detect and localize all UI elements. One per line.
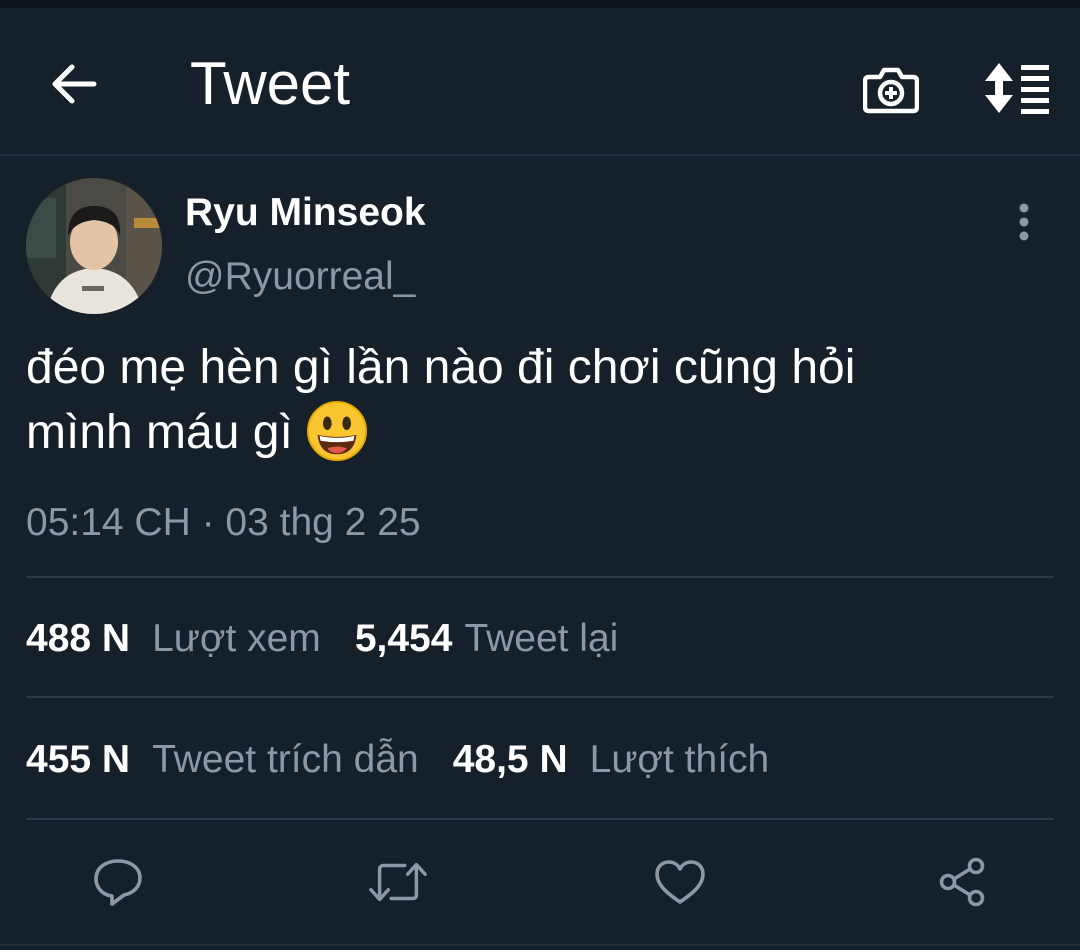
like-icon: [655, 860, 705, 904]
tweet-text-line-2: mình máu gì: [26, 400, 1046, 465]
share-button[interactable]: [932, 852, 992, 912]
more-options-button[interactable]: [1002, 200, 1046, 244]
tweet-text-line-2-text: mình máu gì: [26, 406, 293, 459]
retweet-icon: [369, 862, 427, 902]
quotes-label[interactable]: Tweet trích dẫn: [152, 737, 419, 783]
reply-icon: [94, 859, 142, 906]
profile-photo: [26, 178, 162, 314]
status-bar-strip: [0, 0, 1080, 8]
retweet-button[interactable]: [368, 852, 428, 912]
camera-button[interactable]: [858, 56, 924, 122]
sort-list-icon: [985, 63, 1049, 114]
divider-bottom: [26, 818, 1054, 820]
tweet-detail-screen: Tweet Ryu Minseok @Ryuorreal_ đéo mẹ hèn…: [0, 0, 1080, 950]
retweets-label[interactable]: Tweet lại: [464, 616, 618, 662]
bottom-divider: [0, 944, 1080, 946]
app-bar: Tweet: [0, 8, 1080, 154]
page-title: Tweet: [190, 50, 351, 117]
likes-count[interactable]: 48,5 N: [453, 737, 568, 783]
grinning-face-emoji: [307, 400, 368, 462]
divider-middle: [26, 696, 1054, 698]
author-handle[interactable]: @Ryuorreal_: [185, 254, 415, 300]
appbar-divider: [0, 154, 1080, 156]
tweet-timestamp: 05:14 CH · 03 thg 2 25: [26, 501, 421, 544]
views-label: Lượt xem: [152, 617, 321, 660]
quotes-count[interactable]: 455 N: [26, 737, 130, 783]
share-icon: [939, 857, 985, 907]
like-button[interactable]: [650, 852, 710, 912]
views-count: 488 N: [26, 617, 131, 660]
reply-button[interactable]: [88, 852, 148, 912]
arrow-left-icon: [52, 64, 97, 104]
likes-label[interactable]: Lượt thích: [590, 737, 770, 783]
avatar[interactable]: [26, 178, 162, 314]
divider-top: [26, 576, 1054, 578]
stats-row-2: 455 N Tweet trích dẫn 48,5 N Lượt thích: [26, 737, 769, 783]
retweets-count[interactable]: 5,454: [355, 616, 453, 662]
tweet-text: đéo mẹ hèn gì lần nào đi chơi cũng hỏi m…: [26, 336, 1046, 465]
author-display-name[interactable]: Ryu Minseok: [185, 190, 426, 236]
more-vertical-icon: [1019, 203, 1029, 241]
stats-row-1: 488 N Lượt xem 5,454 Tweet lại: [26, 616, 618, 662]
sort-button[interactable]: [978, 58, 1054, 118]
back-button[interactable]: [44, 54, 104, 114]
camera-plus-icon: [863, 67, 919, 114]
tweet-text-line-1: đéo mẹ hèn gì lần nào đi chơi cũng hỏi: [26, 341, 856, 394]
